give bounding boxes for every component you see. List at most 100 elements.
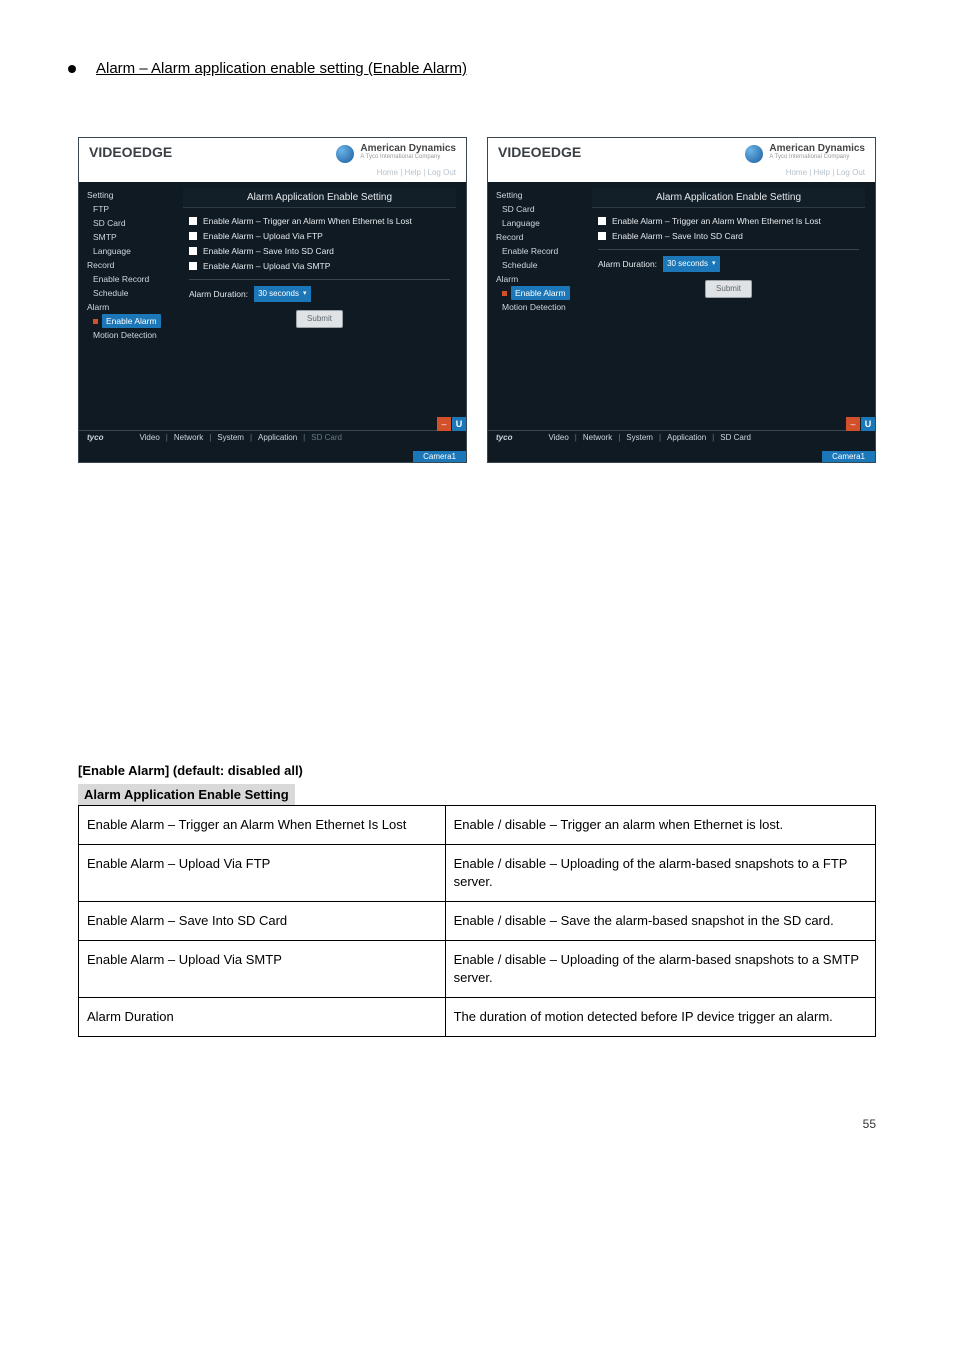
cb-save-sd[interactable]: Enable Alarm – Save Into SD Card bbox=[189, 244, 450, 258]
tab-network[interactable]: Network bbox=[174, 433, 203, 442]
table-row: Enable Alarm – Upload Via SMTPEnable / d… bbox=[79, 941, 876, 998]
nav-schedule[interactable]: Schedule bbox=[93, 286, 183, 300]
alarm-duration-row: Alarm Duration: 30 seconds bbox=[189, 286, 450, 302]
main-panel: Alarm Application Enable Setting Enable … bbox=[592, 182, 875, 442]
footer: – U tyco Video| Network| System| Applica… bbox=[488, 430, 875, 444]
tab-sdcard[interactable]: SD Card bbox=[311, 433, 342, 442]
globe-icon bbox=[336, 145, 354, 163]
panel-title: Alarm Application Enable Setting bbox=[592, 188, 865, 208]
blue-u-icon[interactable]: U bbox=[861, 417, 875, 431]
bullet-dot bbox=[68, 65, 76, 73]
divider bbox=[598, 249, 859, 250]
cb-save-sd[interactable]: Enable Alarm – Save Into SD Card bbox=[598, 229, 859, 243]
cb-ethernet-lost[interactable]: Enable Alarm – Trigger an Alarm When Eth… bbox=[598, 214, 859, 228]
videoedge-logo: VIDEOEDGE bbox=[498, 144, 581, 160]
top-links[interactable]: Home | Help | Log Out bbox=[377, 168, 456, 177]
nav-motion[interactable]: Motion Detection bbox=[502, 300, 592, 314]
brand-logo: American Dynamics A Tyco International C… bbox=[336, 144, 456, 163]
table-row: Enable Alarm – Upload Via FTPEnable / di… bbox=[79, 845, 876, 902]
brand-text: American Dynamics bbox=[769, 144, 865, 154]
blue-u-icon[interactable]: U bbox=[452, 417, 466, 431]
checkbox-icon[interactable] bbox=[598, 232, 606, 240]
section-heading: Alarm – Alarm application enable setting… bbox=[96, 60, 467, 77]
corner-buttons: – U bbox=[437, 417, 466, 431]
alarm-duration-select[interactable]: 30 seconds bbox=[254, 286, 310, 302]
footer: – U tyco Video| Network| System| Applica… bbox=[79, 430, 466, 444]
checkbox-icon[interactable] bbox=[189, 232, 197, 240]
cell-left: Alarm Duration bbox=[79, 998, 446, 1037]
tab-system[interactable]: System bbox=[626, 433, 653, 442]
nav-motion[interactable]: Motion Detection bbox=[93, 328, 183, 342]
cell-left: Enable Alarm – Upload Via FTP bbox=[79, 845, 446, 902]
tab-sdcard[interactable]: SD Card bbox=[720, 433, 751, 442]
nav-smtp[interactable]: SMTP bbox=[93, 230, 183, 244]
alarm-duration-select[interactable]: 30 seconds bbox=[663, 256, 719, 272]
cell-right: Enable / disable – Uploading of the alar… bbox=[445, 941, 875, 998]
nav-language[interactable]: Language bbox=[93, 244, 183, 258]
globe-icon bbox=[745, 145, 763, 163]
table-row: Enable Alarm – Save Into SD CardEnable /… bbox=[79, 902, 876, 941]
tab-network[interactable]: Network bbox=[583, 433, 612, 442]
nav-ftp[interactable]: FTP bbox=[93, 202, 183, 216]
brand-logo: American Dynamics A Tyco International C… bbox=[745, 144, 865, 163]
submit-button[interactable]: Submit bbox=[705, 280, 752, 298]
settings-table: Enable Alarm – Trigger an Alarm When Eth… bbox=[78, 805, 876, 1037]
tyco-logo: tyco bbox=[87, 433, 103, 442]
screenshot-b: VIDEOEDGE American Dynamics A Tyco Inter… bbox=[487, 137, 876, 463]
section-heading-row: Alarm – Alarm application enable setting… bbox=[68, 60, 876, 77]
nav-language[interactable]: Language bbox=[502, 216, 592, 230]
alarm-duration-label: Alarm Duration: bbox=[189, 287, 248, 301]
nav-alarm[interactable]: Alarm bbox=[496, 272, 592, 286]
nav-enable-alarm[interactable]: Enable Alarm bbox=[93, 314, 183, 328]
cell-right: Enable / disable – Trigger an alarm when… bbox=[445, 806, 875, 845]
nav-record[interactable]: Record bbox=[496, 230, 592, 244]
nav-setting[interactable]: Setting bbox=[496, 188, 592, 202]
sidebar: Setting SD Card Language Record Enable R… bbox=[488, 182, 592, 442]
orange-square-icon[interactable]: – bbox=[437, 417, 452, 431]
nav-sd[interactable]: SD Card bbox=[93, 216, 183, 230]
cell-right: Enable / disable – Uploading of the alar… bbox=[445, 845, 875, 902]
submit-button[interactable]: Submit bbox=[296, 310, 343, 328]
checkbox-icon[interactable] bbox=[189, 262, 197, 270]
checkbox-icon[interactable] bbox=[189, 217, 197, 225]
main-panel: Alarm Application Enable Setting Enable … bbox=[183, 182, 466, 442]
alarm-duration-row: Alarm Duration: 30 seconds bbox=[598, 256, 859, 272]
screenshot-a: VIDEOEDGE American Dynamics A Tyco Inter… bbox=[78, 137, 467, 463]
nav-record[interactable]: Record bbox=[87, 258, 183, 272]
nav-enable-record[interactable]: Enable Record bbox=[93, 272, 183, 286]
cb-upload-ftp[interactable]: Enable Alarm – Upload Via FTP bbox=[189, 229, 450, 243]
cell-right: Enable / disable – Save the alarm-based … bbox=[445, 902, 875, 941]
camera-tag: Camera1 bbox=[413, 451, 466, 462]
screenshots-row: VIDEOEDGE American Dynamics A Tyco Inter… bbox=[78, 137, 876, 463]
tyco-logo: tyco bbox=[496, 433, 512, 442]
alarm-duration-label: Alarm Duration: bbox=[598, 257, 657, 271]
tab-system[interactable]: System bbox=[217, 433, 244, 442]
nav-sd[interactable]: SD Card bbox=[502, 202, 592, 216]
corner-buttons: – U bbox=[846, 417, 875, 431]
nav-alarm[interactable]: Alarm bbox=[87, 300, 183, 314]
table-row: Alarm DurationThe duration of motion det… bbox=[79, 998, 876, 1037]
top-links[interactable]: Home | Help | Log Out bbox=[786, 168, 865, 177]
table-row: Enable Alarm – Trigger an Alarm When Eth… bbox=[79, 806, 876, 845]
nav-setting[interactable]: Setting bbox=[87, 188, 183, 202]
tab-video[interactable]: Video bbox=[139, 433, 159, 442]
checkbox-icon[interactable] bbox=[189, 247, 197, 255]
camera-tag: Camera1 bbox=[822, 451, 875, 462]
nav-enable-alarm[interactable]: Enable Alarm bbox=[502, 286, 592, 300]
tab-application[interactable]: Application bbox=[258, 433, 297, 442]
orange-square-icon[interactable]: – bbox=[846, 417, 861, 431]
nav-enable-record[interactable]: Enable Record bbox=[502, 244, 592, 258]
tab-application[interactable]: Application bbox=[667, 433, 706, 442]
brand-sub: A Tyco International Company bbox=[769, 154, 865, 160]
checkbox-icon[interactable] bbox=[598, 217, 606, 225]
table-title: [Enable Alarm] (default: disabled all) bbox=[78, 763, 876, 778]
cell-left: Enable Alarm – Save Into SD Card bbox=[79, 902, 446, 941]
cb-upload-smtp[interactable]: Enable Alarm – Upload Via SMTP bbox=[189, 259, 450, 273]
tab-video[interactable]: Video bbox=[548, 433, 568, 442]
table-header: Alarm Application Enable Setting bbox=[78, 784, 295, 805]
cb-ethernet-lost[interactable]: Enable Alarm – Trigger an Alarm When Eth… bbox=[189, 214, 450, 228]
cell-right: The duration of motion detected before I… bbox=[445, 998, 875, 1037]
nav-schedule[interactable]: Schedule bbox=[502, 258, 592, 272]
divider bbox=[189, 279, 450, 280]
panel-title: Alarm Application Enable Setting bbox=[183, 188, 456, 208]
